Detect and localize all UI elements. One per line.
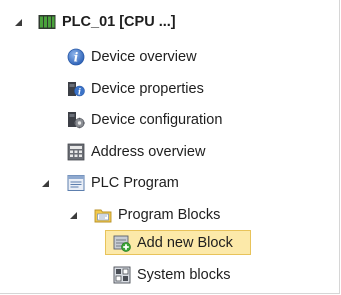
- tree-item-program-blocks[interactable]: Program Blocks: [94, 203, 220, 227]
- tree-item-label: Device properties: [91, 81, 204, 97]
- tree-item-device-configuration[interactable]: Device configuration: [67, 108, 222, 132]
- collapse-toggle-program-blocks[interactable]: [70, 212, 77, 219]
- add-block-icon: [113, 234, 131, 252]
- tree-item-label: Address overview: [91, 144, 206, 160]
- tree-item-address-overview[interactable]: Address overview: [67, 140, 205, 164]
- tree-item-label: System blocks: [137, 267, 231, 283]
- tree-item-label: PLC Program: [91, 175, 179, 191]
- tree-item-label: Device configuration: [91, 112, 223, 128]
- tree-item-label: Program Blocks: [118, 207, 221, 223]
- tree-item-plc01[interactable]: PLC_01 [CPU ...]: [38, 10, 176, 34]
- tree-item-label: PLC_01 [CPU ...]: [62, 14, 176, 30]
- device-properties-icon: i: [67, 80, 85, 98]
- tree-item-plc-program[interactable]: PLC Program: [67, 171, 179, 195]
- tree-item-device-overview[interactable]: i Device overview: [67, 45, 197, 69]
- device-configuration-icon: [67, 111, 85, 129]
- tree-item-label: Device overview: [91, 49, 197, 65]
- tree-item-device-properties[interactable]: i Device properties: [67, 77, 204, 101]
- project-tree-panel: PLC_01 [CPU ...] i Device overview i Dev…: [0, 0, 340, 294]
- address-overview-icon: [67, 143, 85, 161]
- tree-item-label: Add new Block: [137, 235, 233, 251]
- svg-text:i: i: [78, 87, 81, 97]
- collapse-toggle-plc01[interactable]: [15, 19, 22, 26]
- plc-program-icon: [67, 174, 85, 192]
- system-blocks-icon: [113, 266, 131, 284]
- folder-icon: [94, 206, 112, 224]
- tree-item-add-new-block[interactable]: Add new Block: [113, 231, 233, 255]
- collapse-toggle-plc-program[interactable]: [42, 180, 49, 187]
- info-circle-icon: i: [67, 48, 85, 66]
- svg-text:i: i: [74, 51, 79, 65]
- plc-device-icon: [38, 13, 56, 31]
- tree-item-system-blocks[interactable]: System blocks: [113, 263, 230, 287]
